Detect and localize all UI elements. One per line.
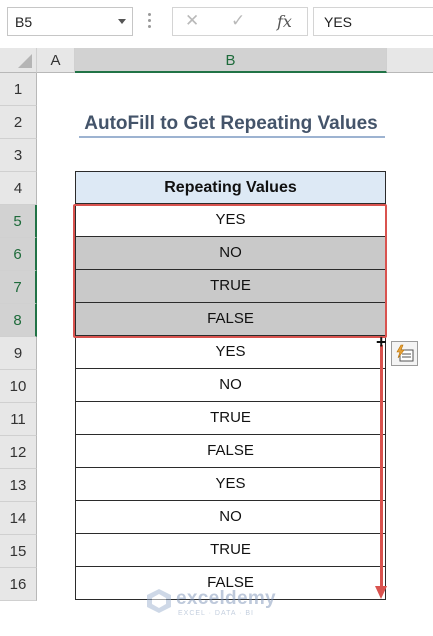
table-cell[interactable]: NO	[75, 501, 386, 534]
formula-input[interactable]: YES	[313, 7, 433, 36]
exceldemy-logo-icon	[147, 589, 171, 613]
table-cell[interactable]: TRUE	[75, 534, 386, 567]
row-header-7[interactable]: 7	[0, 271, 37, 304]
table-cell[interactable]: YES	[75, 336, 386, 369]
insert-function-icon[interactable]: fx	[277, 12, 292, 31]
table-cell[interactable]: YES	[75, 468, 386, 501]
name-box[interactable]: B5	[7, 7, 133, 36]
selection-range-box	[73, 204, 387, 338]
row-header-1[interactable]: 1	[0, 73, 37, 106]
chevron-down-icon[interactable]	[118, 19, 126, 24]
table-cell[interactable]: NO	[75, 369, 386, 402]
row-header-14[interactable]: 14	[0, 502, 37, 535]
table-header-cell[interactable]: Repeating Values	[75, 171, 386, 204]
column-header-b[interactable]: B	[75, 48, 387, 73]
autofill-drag-line	[380, 345, 383, 590]
column-header-a[interactable]: A	[37, 48, 75, 73]
row-header-16[interactable]: 16	[0, 568, 37, 601]
table-cell[interactable]: TRUE	[75, 402, 386, 435]
row-header-12[interactable]: 12	[0, 436, 37, 469]
row-header-4[interactable]: 4	[0, 172, 37, 205]
exceldemy-watermark: exceldemy EXCEL · DATA · BI	[146, 586, 296, 620]
row-header-3[interactable]: 3	[0, 139, 37, 172]
row-header-8[interactable]: 8	[0, 304, 37, 337]
row-header-15[interactable]: 15	[0, 535, 37, 568]
watermark-tagline: EXCEL · DATA · BI	[178, 610, 254, 617]
row-header-5[interactable]: 5	[0, 205, 37, 238]
formula-bar: B5 ✕ ✓ fx YES	[0, 0, 433, 44]
row-header-10[interactable]: 10	[0, 370, 37, 403]
title-underline	[79, 136, 385, 138]
table-cell[interactable]: FALSE	[75, 435, 386, 468]
row-header-11[interactable]: 11	[0, 403, 37, 436]
row-header-2[interactable]: 2	[0, 106, 37, 139]
cancel-icon[interactable]: ✕	[185, 11, 199, 31]
enter-check-icon[interactable]: ✓	[231, 11, 245, 31]
row-header-9[interactable]: 9	[0, 337, 37, 370]
more-options-icon[interactable]	[148, 13, 152, 31]
formula-value: YES	[324, 14, 353, 30]
formula-buttons: ✕ ✓ fx	[172, 7, 308, 36]
column-header-c[interactable]	[387, 48, 433, 73]
select-all-icon	[18, 54, 32, 68]
row-header-6[interactable]: 6	[0, 238, 37, 271]
select-all-corner[interactable]	[0, 48, 37, 73]
watermark-name: exceldemy	[176, 588, 276, 609]
autofill-options-button[interactable]	[391, 341, 418, 366]
row-header-13[interactable]: 13	[0, 469, 37, 502]
down-arrow-icon	[375, 586, 387, 599]
name-box-value: B5	[15, 14, 33, 30]
fill-handle-cursor-icon[interactable]: +	[376, 333, 387, 351]
autofill-options-icon	[396, 344, 414, 362]
